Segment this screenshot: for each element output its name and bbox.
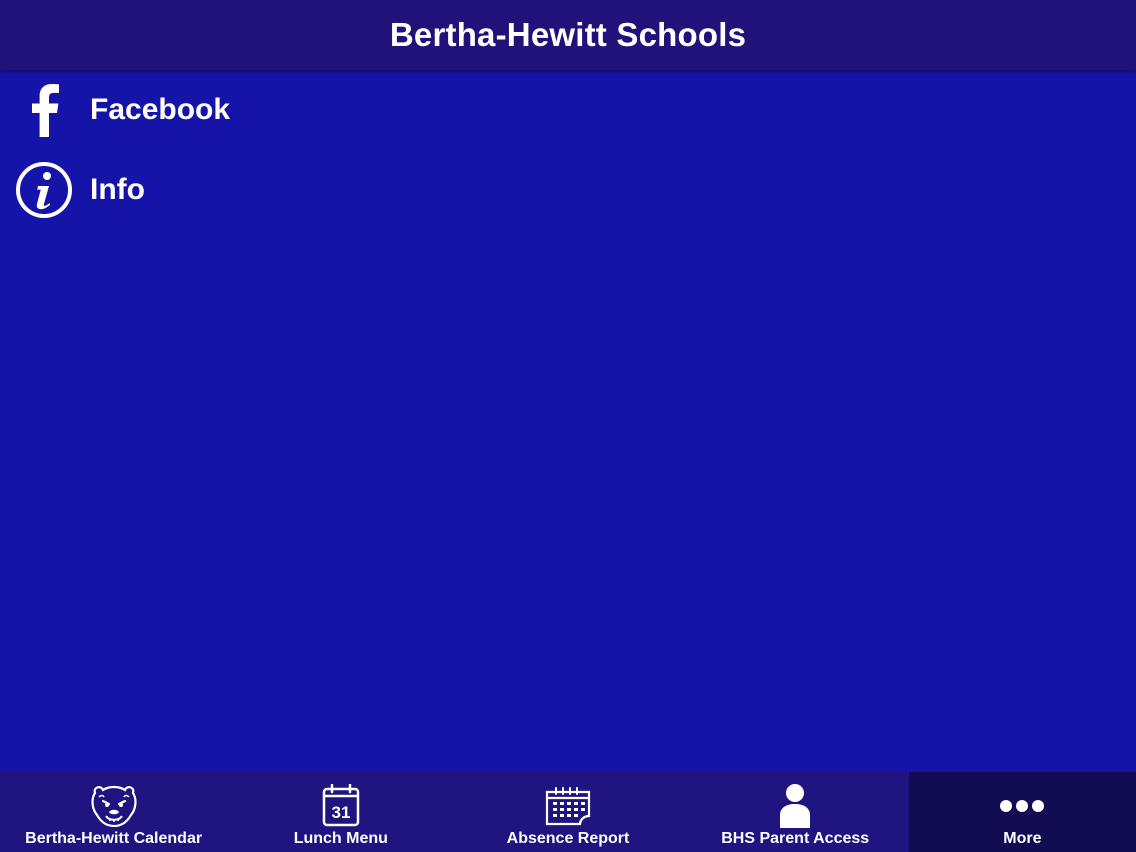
menu-item-facebook[interactable]: Facebook — [0, 70, 1136, 150]
tab-lunch-menu[interactable]: 31 Lunch Menu — [227, 772, 454, 852]
menu-item-label: Info — [90, 173, 145, 206]
info-icon — [14, 160, 74, 220]
tab-label: More — [1003, 830, 1042, 847]
tab-bertha-hewitt-calendar[interactable]: Bertha-Hewitt Calendar — [0, 772, 227, 852]
menu-item-info[interactable]: Info — [0, 150, 1136, 230]
more-dots-icon — [999, 782, 1045, 830]
header-bar: Bertha-Hewitt Schools — [0, 0, 1136, 70]
calendar-icon: 31 — [321, 782, 361, 830]
calendar-day-number: 31 — [331, 803, 350, 822]
bear-logo-icon — [89, 782, 139, 830]
tab-label: Bertha-Hewitt Calendar — [25, 830, 203, 847]
tab-label: BHS Parent Access — [721, 830, 870, 847]
tab-bar: Bertha-Hewitt Calendar 31 Lunch Menu Abs… — [0, 772, 1136, 852]
calendar-grid-icon — [544, 782, 592, 830]
facebook-icon — [14, 80, 74, 140]
menu-item-label: Facebook — [90, 93, 231, 126]
tab-label: Lunch Menu — [293, 830, 388, 847]
app-root: Bertha-Hewitt Schools Facebook Info Bert… — [0, 0, 1136, 852]
tab-label: Absence Report — [506, 830, 630, 847]
page-title: Bertha-Hewitt Schools — [389, 16, 747, 53]
tab-absence-report[interactable]: Absence Report — [454, 772, 681, 852]
tab-more[interactable]: More — [908, 772, 1136, 852]
tab-bhs-parent-access[interactable]: BHS Parent Access — [682, 772, 909, 852]
person-icon — [778, 782, 812, 830]
menu-list: Facebook Info — [0, 70, 1136, 230]
